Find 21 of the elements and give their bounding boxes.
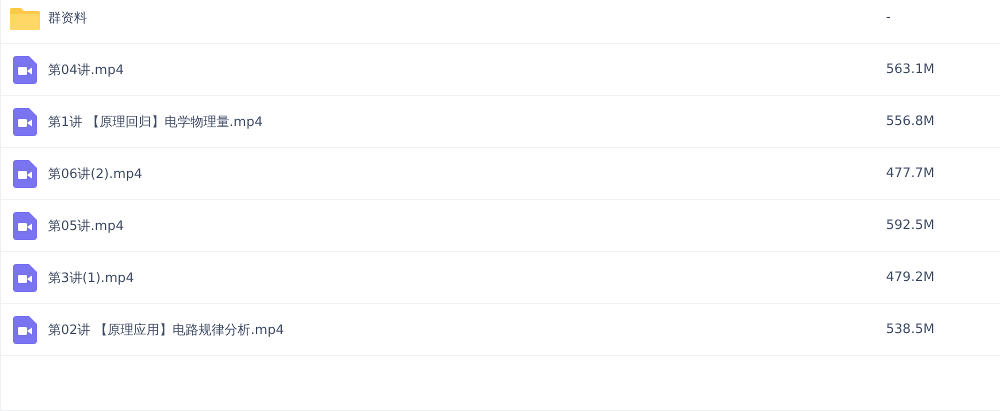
folder-icon [10, 6, 40, 30]
video-file-icon [12, 212, 36, 240]
file-name[interactable]: 第06讲(2).mp4 [48, 164, 886, 182]
file-name[interactable]: 第02讲 【原理应用】电路规律分析.mp4 [48, 320, 886, 338]
file-name[interactable]: 群资料 [48, 8, 886, 26]
file-size: 538.5M [886, 322, 936, 337]
file-name[interactable]: 第1讲 【原理回归】电学物理量.mp4 [48, 112, 886, 130]
file-name[interactable]: 第04讲.mp4 [48, 60, 886, 78]
file-name[interactable]: 第05讲.mp4 [48, 216, 886, 234]
video-file-icon [12, 316, 36, 344]
file-size: 563.1M [886, 62, 936, 77]
file-size: 479.2M [886, 270, 936, 285]
file-name[interactable]: 第3讲(1).mp4 [48, 268, 886, 286]
video-file-icon [12, 160, 36, 188]
file-size: 592.5M [886, 218, 936, 233]
file-size: - [886, 10, 892, 25]
file-size: 477.7M [886, 166, 936, 181]
video-file-icon [12, 108, 36, 136]
video-file-icon [12, 56, 36, 84]
video-file-icon [12, 264, 36, 292]
file-size: 556.8M [886, 114, 936, 129]
